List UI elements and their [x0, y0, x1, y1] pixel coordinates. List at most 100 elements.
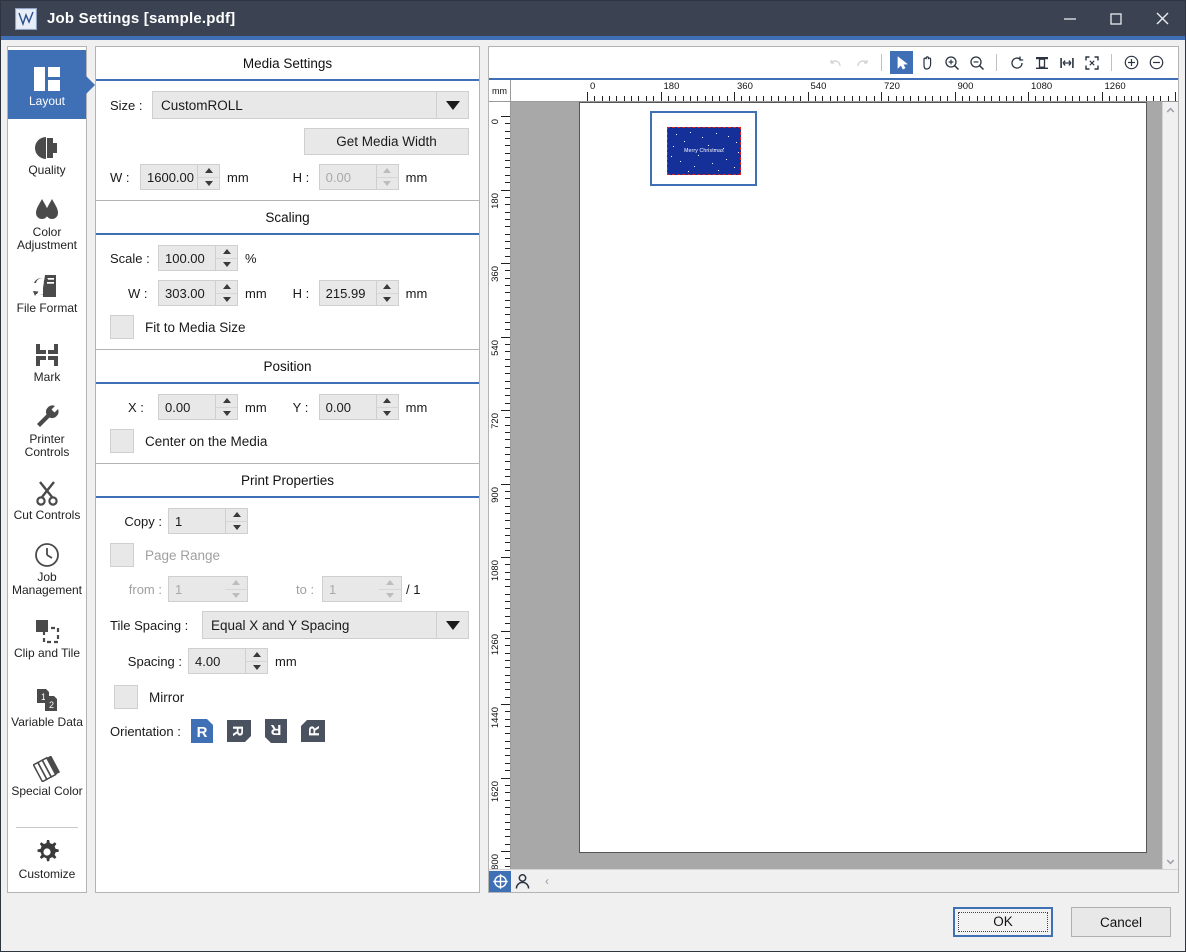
position-y-input[interactable]: 0.00: [318, 394, 399, 420]
spacing-stepper[interactable]: [245, 649, 267, 673]
stepper-up-icon[interactable]: [226, 509, 247, 521]
scaling-w-unit: mm: [245, 285, 267, 301]
tile-spacing-select[interactable]: Equal X and Y Spacing: [202, 611, 469, 639]
sidebar-item-mark[interactable]: Mark: [8, 326, 86, 395]
scale-input[interactable]: 100.00: [158, 245, 238, 271]
stepper-down-icon[interactable]: [216, 292, 237, 305]
zoom-plus-icon[interactable]: [1120, 51, 1143, 74]
chevron-down-icon[interactable]: [436, 92, 468, 118]
person-icon[interactable]: [511, 871, 533, 892]
sidebar-item-color-adjustment[interactable]: Color Adjustment: [8, 188, 86, 257]
orientation-180-icon[interactable]: R: [263, 718, 289, 744]
zoom-minus-icon[interactable]: [1145, 51, 1168, 74]
media-width-stepper[interactable]: [197, 165, 219, 189]
media-width-input[interactable]: 1600.00: [140, 164, 220, 190]
stepper-down-icon[interactable]: [246, 660, 267, 673]
media-size-select[interactable]: CustomROLL: [152, 91, 469, 119]
sidebar-item-job-management[interactable]: Job Management: [8, 533, 86, 602]
mirror-checkbox[interactable]: [114, 685, 138, 709]
stepper-up-icon[interactable]: [198, 165, 219, 177]
sidebar-item-quality[interactable]: Quality: [8, 119, 86, 188]
pan-hand-icon[interactable]: [915, 51, 938, 74]
stepper-up-icon[interactable]: [376, 395, 398, 407]
scale-stepper[interactable]: [215, 246, 237, 270]
center-on-media-checkbox[interactable]: [110, 429, 134, 453]
cancel-button[interactable]: Cancel: [1071, 907, 1171, 937]
ok-button[interactable]: OK: [953, 907, 1053, 937]
stepper-down-icon[interactable]: [376, 292, 398, 305]
stepper-down-icon[interactable]: [198, 176, 219, 189]
scaling-height-input[interactable]: 215.99: [318, 280, 399, 306]
stepper-up-icon[interactable]: [216, 246, 237, 258]
ruler-label: 1800: [490, 854, 501, 869]
position-y-stepper[interactable]: [375, 395, 398, 419]
sidebar-item-variable-data[interactable]: 1 2 Variable Data: [8, 671, 86, 740]
sidebar-item-cut-controls[interactable]: Cut Controls: [8, 464, 86, 533]
sidebar-item-special-color[interactable]: Special Color: [8, 740, 86, 809]
copy-input[interactable]: 1: [168, 508, 248, 534]
status-collapse-chevron[interactable]: ‹: [545, 874, 549, 888]
scaling-height-stepper[interactable]: [375, 281, 398, 305]
scaling-dimensions-row: W : 303.00 mm H : 215.99 mm: [110, 280, 469, 306]
sidebar-item-label: Color Adjustment: [16, 225, 78, 252]
stepper-up-icon[interactable]: [246, 649, 267, 661]
orientation-0-icon[interactable]: R: [189, 718, 215, 744]
rotate-icon[interactable]: [1005, 51, 1028, 74]
fit-height-icon[interactable]: [1030, 51, 1053, 74]
canvas-vertical-scrollbar[interactable]: [1162, 102, 1178, 869]
stepper-down-icon[interactable]: [376, 406, 398, 419]
scaling-width-stepper[interactable]: [215, 281, 237, 305]
sidebar-item-customize[interactable]: Customize: [8, 828, 86, 888]
sidebar-item-layout[interactable]: Layout: [8, 50, 86, 119]
fit-page-icon[interactable]: [1080, 51, 1103, 74]
job-thumbnail[interactable]: Merry Christmas: [667, 127, 741, 175]
position-x-input[interactable]: 0.00: [158, 394, 238, 420]
media-w-unit: mm: [227, 169, 249, 185]
select-arrow-icon[interactable]: [890, 51, 913, 74]
scaling-width-input[interactable]: 303.00: [158, 280, 238, 306]
scaling-h-label: H :: [292, 285, 310, 301]
zoom-in-icon[interactable]: [940, 51, 963, 74]
position-x-label: X :: [128, 399, 144, 415]
stepper-down-icon: [225, 588, 247, 602]
preview-toolbar: [489, 47, 1178, 80]
canvas-viewport[interactable]: Merry Christmas: [511, 102, 1178, 869]
scale-label: Scale :: [110, 250, 150, 266]
zoom-out-icon[interactable]: [965, 51, 988, 74]
stepper-down-icon[interactable]: [216, 406, 237, 419]
scroll-down-icon[interactable]: [1163, 853, 1179, 869]
scroll-up-icon[interactable]: [1163, 102, 1179, 118]
position-x-stepper[interactable]: [215, 395, 237, 419]
sidebar-item-file-format[interactable]: File Format: [8, 257, 86, 326]
stepper-down-icon[interactable]: [216, 257, 237, 270]
maximize-icon[interactable]: [1093, 1, 1139, 36]
fit-to-media-checkbox[interactable]: [110, 315, 134, 339]
orientation-270-icon[interactable]: R: [300, 718, 326, 744]
orientation-90-icon[interactable]: R: [226, 718, 252, 744]
ruler-label: 360: [737, 81, 753, 92]
copy-stepper[interactable]: [225, 509, 247, 533]
file-format-icon: [33, 269, 61, 299]
stepper-down-icon[interactable]: [226, 520, 247, 533]
stepper-up-icon[interactable]: [216, 281, 237, 293]
sidebar-item-label: Variable Data: [11, 714, 83, 729]
fit-to-media-row: Fit to Media Size: [110, 315, 469, 339]
ruler-row: mm 01803605407209001080126014401620: [489, 80, 1178, 102]
page-range-checkbox: [110, 543, 134, 567]
spacing-input[interactable]: 4.00: [188, 648, 268, 674]
get-media-width-row: Get Media Width: [110, 128, 469, 155]
target-origin-icon[interactable]: [489, 870, 511, 892]
get-media-width-button[interactable]: Get Media Width: [304, 128, 469, 155]
selected-job-frame[interactable]: Merry Christmas: [650, 111, 757, 186]
thumbnail-star: [718, 170, 719, 171]
sidebar-item-printer-controls[interactable]: Printer Controls: [8, 395, 86, 464]
stepper-up-icon[interactable]: [216, 395, 237, 407]
print-properties-body: Copy : 1 Page Range from : 1 to: 1 / 1 …: [96, 498, 479, 754]
stepper-up-icon[interactable]: [376, 281, 398, 293]
ruler-label: 720: [884, 81, 900, 92]
close-icon[interactable]: [1139, 1, 1185, 36]
fit-width-icon[interactable]: [1055, 51, 1078, 74]
minimize-icon[interactable]: [1047, 1, 1093, 36]
sidebar-item-clip-and-tile[interactable]: Clip and Tile: [8, 602, 86, 671]
chevron-down-icon[interactable]: [436, 612, 468, 638]
